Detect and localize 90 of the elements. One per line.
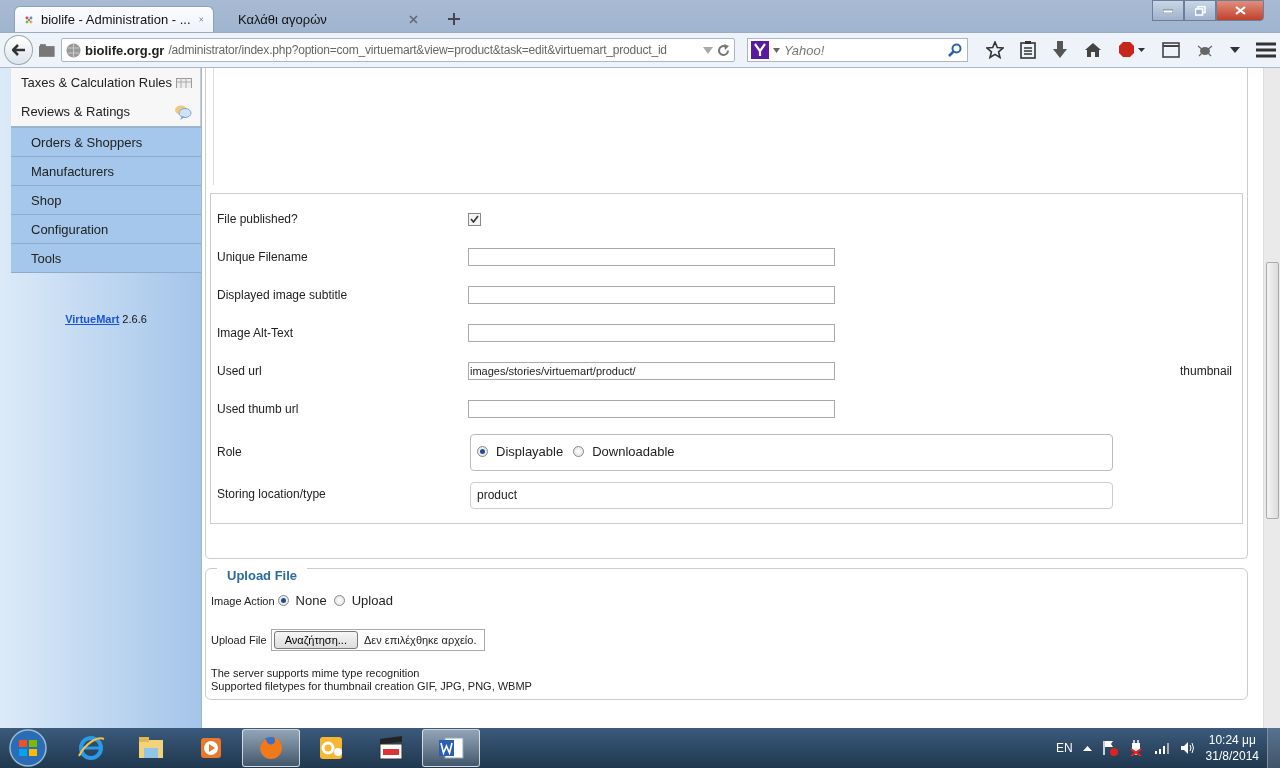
new-tab-icon[interactable]	[448, 13, 460, 25]
star-icon[interactable]	[986, 41, 1004, 59]
internet-explorer-icon	[77, 734, 105, 762]
menu-icon[interactable]	[1256, 42, 1276, 58]
clipboard-icon[interactable]	[1020, 41, 1036, 59]
url-host: biolife.org.gr	[84, 42, 165, 58]
close-icon	[1234, 6, 1246, 15]
back-button[interactable]	[4, 35, 34, 65]
yahoo-icon	[751, 41, 770, 59]
field-label: Used url	[217, 363, 263, 380]
speaker-icon[interactable]	[1179, 741, 1196, 755]
field-label: Image Action	[211, 594, 275, 607]
radio-label: None	[295, 593, 327, 608]
search-icon[interactable]	[948, 43, 963, 57]
sidebar-section[interactable]: Manufacturers	[11, 157, 201, 186]
field-label: Upload File	[211, 634, 267, 646]
location-field: product	[470, 481, 1113, 509]
taskbar-button[interactable]	[422, 729, 480, 767]
outlook-icon	[317, 734, 345, 762]
text-field[interactable]	[468, 286, 835, 304]
radio-button[interactable]	[477, 446, 488, 457]
table-icon	[176, 77, 192, 88]
text-field[interactable]	[468, 248, 835, 266]
back-arrow-icon	[11, 44, 26, 56]
dropdown-icon[interactable]	[1230, 47, 1240, 53]
note-text: Supported filetypes for thumbnail creation GIF, JPG, PNG, WBMP	[211, 680, 533, 693]
field-label: Displayed image subtitle	[217, 287, 349, 304]
field-label: Unique Filename	[217, 249, 309, 266]
sidebar-section[interactable]: Tools	[11, 244, 201, 273]
checkbox[interactable]	[468, 212, 481, 226]
sidebar-section[interactable]: Orders & Shoppers	[11, 126, 201, 157]
download-icon[interactable]	[1052, 41, 1068, 59]
signal-icon[interactable]	[1153, 742, 1170, 754]
stop-sign-icon[interactable]	[1118, 41, 1146, 59]
minimize-icon	[1163, 8, 1173, 13]
url-path: /administrator/index.php?option=com_virtuemart&view=product&task=edit&virtuemart_product_id	[168, 43, 668, 57]
file-field[interactable]: Αναζήτηση... Δεν επιλέχθηκε αρχείο.	[270, 629, 486, 651]
scrollbar[interactable]	[1263, 68, 1280, 728]
note-text: The server supports mime type recognition	[211, 667, 421, 680]
radio-label: Displayable	[496, 444, 564, 459]
globe-icon	[65, 42, 81, 58]
browse-button[interactable]: Αναζήτηση...	[273, 631, 358, 649]
restore-icon	[1194, 5, 1206, 16]
sidebar-section[interactable]: Configuration	[11, 215, 201, 244]
firefox-icon	[257, 734, 285, 762]
address-bar[interactable]: biolife.org.gr /administrator/index.php?option=com_virtuemart&view=product&task=edit&virtuemart_product_id	[60, 38, 736, 62]
windows-start-icon[interactable]	[8, 728, 48, 768]
field-label: Role	[217, 443, 243, 461]
field-label: Storing location/type	[217, 486, 327, 503]
search-bar[interactable]: Yahoo!	[747, 38, 968, 62]
reload-icon[interactable]	[717, 43, 731, 57]
virtuemart-link[interactable]: VirtueMart	[65, 313, 120, 325]
word-icon	[437, 734, 465, 762]
radio-button[interactable]	[277, 595, 289, 606]
sidebar-icon[interactable]	[39, 43, 55, 57]
radio-button[interactable]	[333, 595, 345, 606]
text-field[interactable]	[468, 324, 835, 342]
version-text: 2.6.6	[122, 313, 147, 325]
flag-icon[interactable]	[1101, 740, 1118, 756]
clock[interactable]: 10:24 μμ 31/8/2014	[1205, 732, 1259, 764]
field-label: Image Alt-Text	[217, 325, 295, 342]
up-arrow-icon[interactable]	[1082, 745, 1092, 751]
home-icon[interactable]	[1084, 42, 1102, 58]
file-status: Δεν επιλέχθηκε αρχείο.	[363, 634, 477, 646]
close-icon[interactable]	[409, 14, 418, 24]
minimize-button[interactable]	[1152, 0, 1184, 21]
language-indicator[interactable]: EN	[1055, 741, 1073, 755]
section-title: Upload File	[217, 568, 308, 583]
restore-button[interactable]	[1184, 0, 1216, 21]
dropdown-icon	[773, 47, 781, 53]
sidebar-section[interactable]: Shop	[11, 186, 201, 215]
sidebar-item[interactable]: Reviews & Ratings	[11, 97, 201, 126]
close-window-button[interactable]	[1216, 0, 1264, 21]
window-icon[interactable]	[1162, 42, 1180, 58]
thumbnail-label: thumbnail	[1179, 364, 1232, 378]
browser-tab[interactable]: biolife - Administration - ...	[14, 6, 214, 32]
field-label: File published?	[217, 211, 299, 228]
time-text: 10:24 μμ	[1207, 732, 1257, 748]
radio-label: Downloadable	[592, 444, 675, 459]
clapperboard-icon	[377, 734, 405, 762]
browser-tab[interactable]: Καλάθι αγορών	[228, 6, 428, 32]
radio-label: Upload	[351, 593, 393, 608]
speech-bubble-icon	[174, 103, 192, 120]
sidebar-item[interactable]: Taxes & Calculation Rules	[11, 68, 201, 97]
radio-button[interactable]	[573, 446, 585, 457]
date-text: 31/8/2014	[1205, 748, 1259, 764]
check-icon	[470, 215, 479, 223]
text-field[interactable]: images/stories/virtuemart/product/	[468, 362, 835, 380]
field-label: Used thumb url	[217, 401, 300, 418]
text-field[interactable]	[468, 400, 835, 418]
